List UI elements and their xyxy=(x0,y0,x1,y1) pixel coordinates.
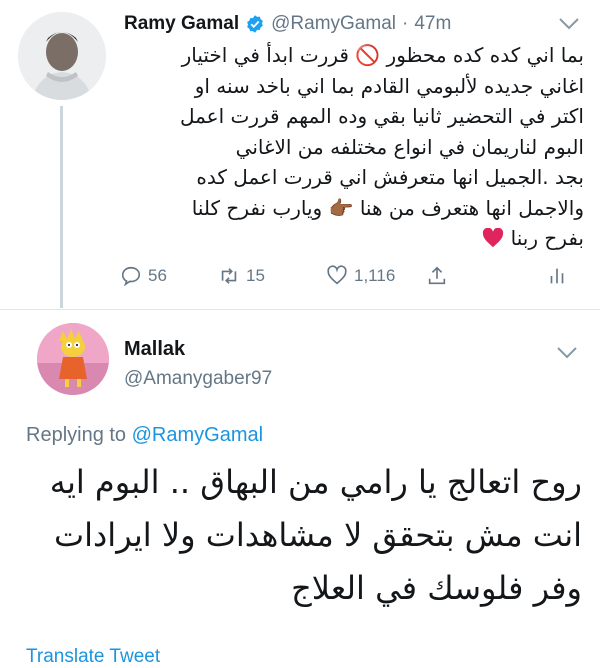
retweet-icon xyxy=(221,268,237,284)
tweet-header: Ramy Gamal @RamyGamal · 47m xyxy=(124,10,584,38)
tweet-line-last: بفرح ربنا xyxy=(114,223,584,254)
tweet-text: بما اني كده كده محظور 🚫 قررت ابدأ في اخت… xyxy=(114,40,584,254)
reply-line: وفر فلوسك في العلاج xyxy=(291,569,582,607)
like-count: 1,116 xyxy=(354,266,396,285)
translate-tweet-link[interactable]: Translate Tweet xyxy=(26,646,160,668)
retweet-count: 15 xyxy=(246,266,265,285)
replying-to-line: Replying to @RamyGamal xyxy=(26,424,263,447)
replying-prefix: Replying to xyxy=(26,424,127,446)
tweet-line: والاجمل انها هتعرف من هنا 👉🏾 ويارب نفرح … xyxy=(191,195,584,220)
author-handle[interactable]: @RamyGamal xyxy=(271,13,396,35)
heart-icon xyxy=(327,265,347,285)
replying-to-link[interactable]: @RamyGamal xyxy=(132,424,263,446)
thread-line xyxy=(60,106,63,308)
tweet-line: البوم لناريمان في انواع مختلفه من الاغان… xyxy=(235,134,584,159)
reply-text: روح اتعالج يا رامي من البهاق .. البوم اي… xyxy=(26,456,582,615)
separator: · xyxy=(402,13,409,34)
tweet-line: اغاني جديده لألبومي القادم بما اني باخد … xyxy=(194,73,584,98)
chevron-down-icon[interactable] xyxy=(558,17,580,31)
reply-line: انت مش بتحقق لا مشاهدات ولا ايرادات xyxy=(54,516,582,554)
tweet-line: بجد .الجميل انها متعرفش اني قررت اعمل كد… xyxy=(196,165,584,189)
like-button[interactable]: 1,116 xyxy=(326,262,395,290)
reply-author-handle[interactable]: @Amanygaber97 xyxy=(124,368,272,390)
reply-button[interactable]: 56 xyxy=(120,262,167,290)
heart-emoji xyxy=(482,226,504,248)
reply-icon xyxy=(121,266,141,287)
author-name[interactable]: Ramy Gamal xyxy=(124,13,239,35)
tweet-line: بما اني كده كده محظور 🚫 قررت ابدأ في اخت… xyxy=(181,43,584,67)
mallak-avatar[interactable] xyxy=(37,323,109,395)
share-icon xyxy=(428,266,446,285)
reply-count: 56 xyxy=(148,266,167,285)
ramy-gamal-avatar[interactable] xyxy=(18,12,106,100)
retweet-button[interactable]: 15 xyxy=(218,262,265,290)
tweet-actions: 56 15 1,116 xyxy=(120,262,570,290)
analytics-button[interactable] xyxy=(546,262,568,290)
reply-line: روح اتعالج يا رامي من البهاق .. البوم اي… xyxy=(49,463,582,501)
divider xyxy=(0,309,600,310)
reply-author-name[interactable]: Mallak xyxy=(124,338,185,361)
tweet-line: بفرح ربنا xyxy=(510,226,584,250)
chevron-down-icon[interactable] xyxy=(556,346,578,360)
share-button[interactable] xyxy=(426,262,448,290)
verified-badge-icon xyxy=(245,14,265,34)
tweet-time[interactable]: 47m xyxy=(414,13,451,35)
analytics-icon xyxy=(550,268,564,284)
tweet-line: اكتر في التحضير ثانيا بقي وده المهم قررت… xyxy=(179,104,584,128)
